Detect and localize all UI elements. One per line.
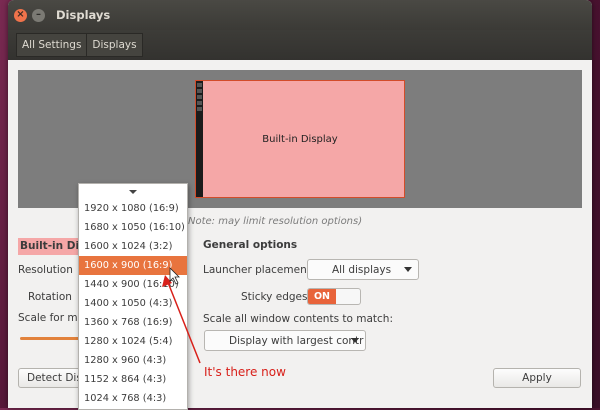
mouse-cursor-icon (169, 267, 180, 285)
annotation-arrow (162, 267, 201, 364)
annotation-arrow-line (166, 279, 201, 364)
